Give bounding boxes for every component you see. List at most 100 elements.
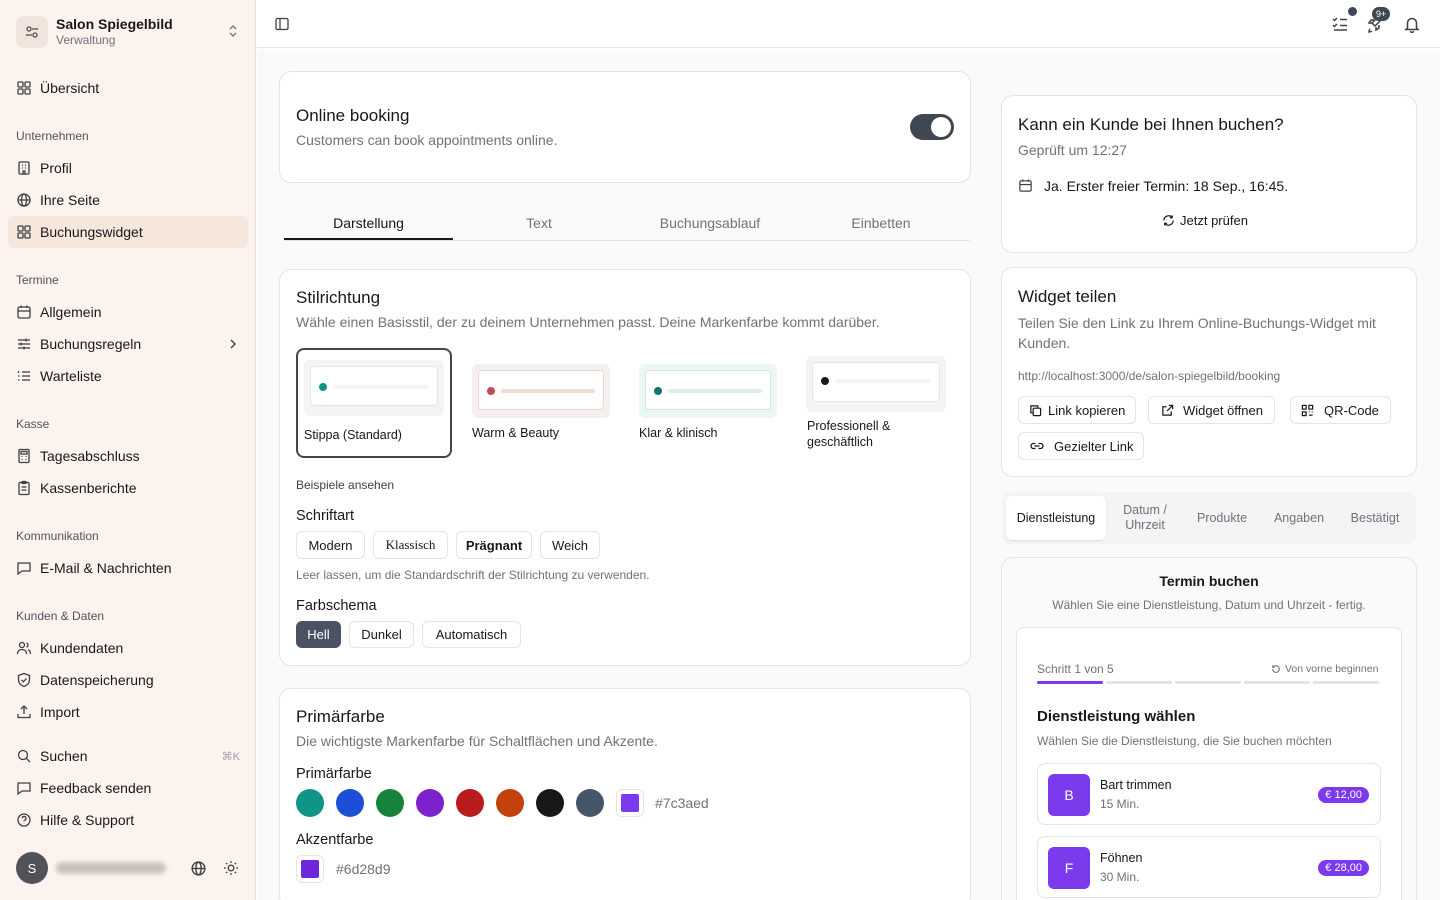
preview-tab-angaben[interactable]: Angaben (1262, 496, 1336, 540)
preview-tab-bestaetigt[interactable]: Bestätigt (1338, 496, 1412, 540)
sidebar-item-buchungswidget[interactable]: Buchungswidget (8, 216, 248, 248)
progress-segment (1313, 681, 1379, 684)
tab-einbetten[interactable]: Einbetten (796, 208, 966, 240)
preview-step-tabs: Dienstleistung Datum / Uhrzeit Produkte … (1002, 492, 1416, 544)
tab-text[interactable]: Text (454, 208, 624, 240)
font-chip-praegnant[interactable]: Prägnant (456, 531, 532, 559)
accent-color-value[interactable]: #6d28d9 (336, 861, 391, 877)
sidebar-item-label: Suchen (40, 748, 88, 764)
sun-icon[interactable] (223, 860, 239, 876)
primary-color-preview (621, 794, 639, 812)
avatar: S (16, 852, 48, 884)
targeted-link-label: Gezielter Link (1054, 438, 1134, 454)
scheme-title: Farbschema (296, 598, 377, 614)
nav-group-unternehmen: Unternehmen (16, 129, 89, 143)
chevron-right-icon (230, 339, 236, 349)
nav-group-kunden: Kunden & Daten (16, 609, 105, 623)
color-swatch[interactable] (336, 789, 364, 817)
primary-color-picker[interactable] (616, 789, 644, 817)
sidebar-item-label: E-Mail & Nachrichten (40, 560, 172, 576)
panel-left-icon (275, 17, 289, 31)
layout-grid-icon (17, 225, 31, 239)
font-chip-modern[interactable]: Modern (296, 531, 365, 559)
font-title: Schriftart (296, 508, 355, 524)
sidebar-item-suchen[interactable]: Suchen ⌘K (8, 740, 248, 772)
color-swatch[interactable] (416, 789, 444, 817)
layout-grid-icon (17, 81, 31, 95)
online-booking-toggle[interactable] (910, 114, 954, 140)
targeted-link-button[interactable]: Gezielter Link (1018, 432, 1145, 460)
preview-tab-datum[interactable]: Datum / Uhrzeit (1110, 496, 1180, 540)
online-booking-card (279, 71, 971, 183)
sidebar-item-label: Kassenberichte (40, 480, 137, 496)
preview-tab-produkte[interactable]: Produkte (1184, 496, 1260, 540)
qr-code-button[interactable]: QR-Code (1290, 396, 1391, 424)
sidebar-item-datenspeicherung[interactable]: Datenspeicherung (8, 664, 248, 696)
accent-color-picker[interactable] (296, 855, 324, 883)
color-swatch[interactable] (376, 789, 404, 817)
sidebar-item-import[interactable]: Import (8, 696, 248, 728)
check-now-button[interactable]: Jetzt prüfen (1162, 213, 1248, 228)
user-menu[interactable]: S (16, 852, 246, 884)
restart-button[interactable]: Von vorne beginnen (1271, 663, 1378, 675)
accent-label: Akzentfarbe (296, 832, 374, 848)
tasks-button[interactable] (1328, 12, 1352, 36)
users-icon (16, 641, 32, 655)
primary-color-value[interactable]: #7c3aed (655, 795, 709, 811)
preview-tab-dienstleistung[interactable]: Dienstleistung (1006, 496, 1106, 540)
nav-group-kasse: Kasse (16, 417, 50, 431)
sidebar-item-warteliste[interactable]: Warteliste (8, 360, 248, 392)
sidebar-item-feedback[interactable]: Feedback senden (8, 772, 248, 804)
copy-link-button[interactable]: Link kopieren (1018, 396, 1137, 424)
color-swatch[interactable] (536, 789, 564, 817)
sidebar-item-kundendaten[interactable]: Kundendaten (8, 632, 248, 664)
sidebar-item-allgemein[interactable]: Allgemein (8, 296, 248, 328)
sidebar-item-hilfe[interactable]: Hilfe & Support (8, 804, 248, 836)
scheme-chip-automatisch[interactable]: Automatisch (422, 621, 521, 648)
sidebar-item-label: Hilfe & Support (40, 812, 135, 828)
color-swatch[interactable] (456, 789, 484, 817)
color-swatch[interactable] (296, 789, 324, 817)
sidebar-item-label: Warteliste (40, 368, 102, 384)
sidebar-item-profil[interactable]: Profil (8, 152, 248, 184)
style-option-warm[interactable]: Warm & Beauty (466, 358, 616, 458)
sidebar-item-email[interactable]: E-Mail & Nachrichten (8, 552, 248, 584)
service-item-foehnen[interactable]: F Föhnen 30 Min. € 28,00 (1037, 836, 1381, 898)
color-swatch[interactable] (496, 789, 524, 817)
help-circle-icon (17, 813, 31, 827)
org-name: Salon Spiegelbild (56, 16, 173, 32)
sidebar-item-kassenberichte[interactable]: Kassenberichte (8, 472, 248, 504)
style-option-klar[interactable]: Klar & klinisch (633, 358, 783, 458)
calendar-icon (17, 305, 31, 319)
scheme-chip-hell[interactable]: Hell (296, 621, 341, 648)
style-preview (806, 356, 946, 412)
announcements-badge: 9+ (1372, 7, 1391, 21)
user-email-blurred (56, 862, 166, 874)
color-swatch[interactable] (576, 789, 604, 817)
open-widget-button[interactable]: Widget öffnen (1148, 396, 1275, 424)
preview-step: Schritt 1 von 5 (1037, 662, 1114, 676)
sidebar-item-buchungsregeln[interactable]: Buchungsregeln (8, 328, 248, 360)
tab-buchungsablauf[interactable]: Buchungsablauf (625, 208, 795, 240)
service-item-bart[interactable]: B Bart trimmen 15 Min. € 12,00 (1037, 763, 1381, 825)
preview-title: Termin buchen (1159, 573, 1259, 589)
sidebar-item-tagesabschluss[interactable]: Tagesabschluss (8, 440, 248, 472)
globe-icon[interactable] (190, 860, 207, 877)
org-switcher[interactable]: Salon Spiegelbild Verwaltung (8, 8, 248, 56)
style-option-professionell[interactable]: Professionell & geschäftlich (801, 352, 953, 458)
share-desc: Teilen Sie den Link zu Ihrem Online-Buch… (1018, 315, 1376, 351)
sidebar-item-label: Ihre Seite (40, 192, 100, 208)
sidebar-item-ihre-seite[interactable]: Ihre Seite (8, 184, 248, 216)
tab-darstellung[interactable]: Darstellung (284, 208, 453, 240)
font-chip-klassisch[interactable]: Klassisch (373, 531, 448, 559)
qr-code-icon (1301, 404, 1314, 416)
scheme-chip-dunkel[interactable]: Dunkel (349, 621, 414, 648)
font-chip-weich[interactable]: Weich (540, 531, 600, 559)
style-option-stippa[interactable]: Stippa (Standard) (296, 348, 452, 458)
notifications-button[interactable] (1400, 12, 1424, 36)
primary-label: Primärfarbe (296, 766, 372, 782)
bell-icon (1404, 17, 1420, 33)
examples-link[interactable]: Beispiele ansehen (296, 478, 394, 492)
sidebar-item-uebersicht[interactable]: Übersicht (8, 72, 248, 104)
sidebar-toggle-button[interactable] (270, 12, 294, 36)
